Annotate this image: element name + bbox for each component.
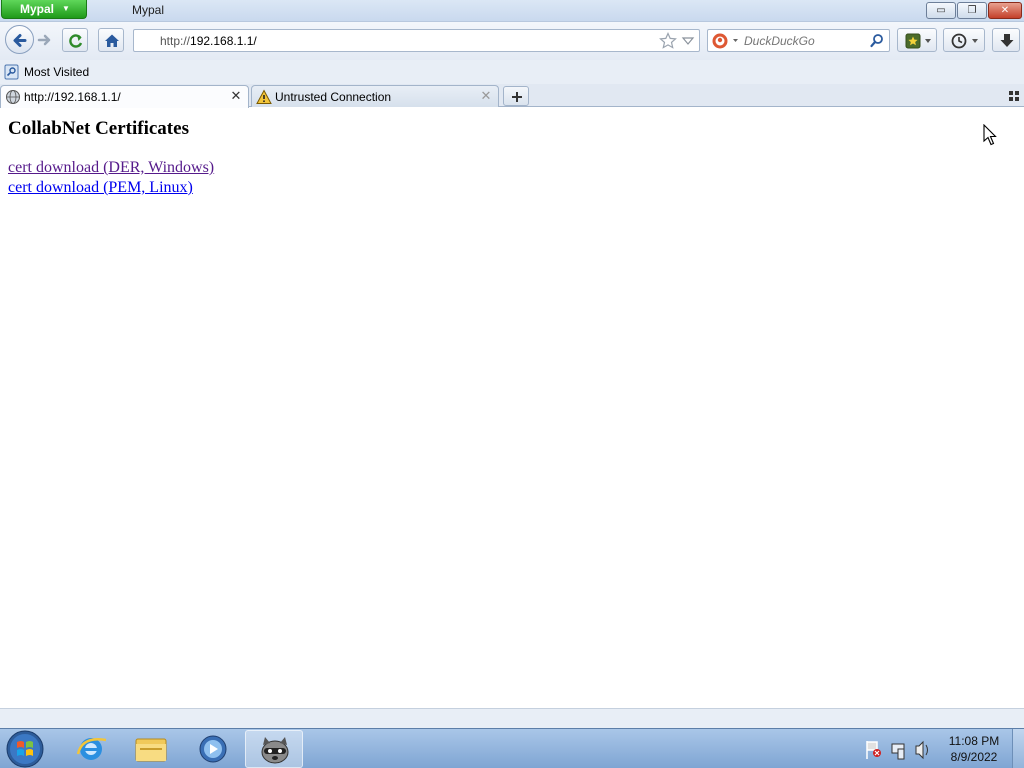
start-button[interactable] <box>3 729 47 768</box>
raccoon-icon <box>261 737 289 764</box>
restore-button[interactable]: ❐ <box>957 2 987 19</box>
tab-title: Untrusted Connection <box>275 90 392 104</box>
taskbar-mypal[interactable] <box>245 730 303 768</box>
search-icon[interactable] <box>869 32 885 50</box>
home-button[interactable] <box>98 28 124 52</box>
globe-icon <box>6 90 20 104</box>
cert-download-pem-link[interactable]: cert download (PEM, Linux) <box>8 179 193 197</box>
bookmark-most-visited[interactable]: Most Visited <box>4 63 89 81</box>
internet-explorer-icon <box>76 738 107 760</box>
system-clock[interactable]: 11:08 PM 8/9/2022 <box>943 733 1005 765</box>
downloads-button[interactable] <box>992 28 1020 52</box>
bookmarks-icon <box>905 33 931 49</box>
page-heading: CollabNet Certificates <box>8 118 189 139</box>
bookmarks-menu-button[interactable] <box>897 28 937 52</box>
window-title: Mypal <box>132 3 165 17</box>
back-arrow-icon <box>13 34 27 47</box>
url-bar[interactable]: http://192.168.1.1/ <box>133 29 700 52</box>
page-content: CollabNet Certificates cert download (DE… <box>0 108 1024 708</box>
app-menu-label: Mypal <box>20 2 55 16</box>
show-desktop-button[interactable] <box>1012 729 1024 768</box>
tab-strip: http://192.168.1.1/ ✕ Untrusted Connecti… <box>0 84 1024 108</box>
close-tab-icon[interactable]: ✕ <box>229 88 243 104</box>
tab-list-icon[interactable] <box>1008 90 1020 102</box>
media-player-icon <box>199 735 227 763</box>
bookmark-folder-icon <box>4 64 19 80</box>
reload-button[interactable] <box>62 28 88 52</box>
navigation-toolbar: http://192.168.1.1/ <box>0 22 1024 60</box>
clock-time: 11:08 PM <box>948 734 1000 748</box>
system-tray <box>862 729 942 768</box>
url-scheme: http:// <box>160 34 191 48</box>
history-button[interactable] <box>943 28 985 52</box>
status-bar <box>0 708 1024 728</box>
taskbar-media-player[interactable] <box>184 730 242 768</box>
warning-icon <box>256 89 272 104</box>
app-menu-button[interactable]: Mypal ▼ <box>1 0 87 19</box>
duckduckgo-icon[interactable] <box>711 32 741 50</box>
bookmarks-toolbar: Most Visited <box>0 60 1024 84</box>
bookmark-star-icon[interactable] <box>659 32 677 50</box>
tab-title: http://192.168.1.1/ <box>24 90 121 104</box>
minimize-button[interactable]: ▭ <box>926 2 956 19</box>
url-host: 192.168.1.1/ <box>190 34 257 48</box>
taskbar: 11:08 PM 8/9/2022 <box>0 728 1024 768</box>
forward-button[interactable] <box>35 31 55 49</box>
forward-arrow-icon <box>37 34 51 46</box>
tab-local-page[interactable]: http://192.168.1.1/ ✕ <box>0 85 249 108</box>
title-bar: Mypal ▼ Mypal ▭ ❐ ✕ <box>0 0 1024 22</box>
cert-download-der-link[interactable]: cert download (DER, Windows) <box>8 159 214 177</box>
close-window-button[interactable]: ✕ <box>988 2 1022 19</box>
new-tab-button[interactable] <box>503 86 529 106</box>
chevron-down-icon: ▼ <box>62 4 70 13</box>
taskbar-internet-explorer[interactable] <box>62 730 120 768</box>
folder-icon <box>135 738 167 762</box>
back-button[interactable] <box>5 25 34 54</box>
taskbar-windows-explorer[interactable] <box>122 730 180 768</box>
close-tab-icon[interactable]: ✕ <box>479 88 493 104</box>
download-arrow-icon <box>1000 34 1014 47</box>
mouse-pointer-icon <box>983 124 997 146</box>
plus-icon <box>512 92 522 102</box>
action-center-flag-icon[interactable] <box>862 729 942 768</box>
clock-icon <box>951 33 978 49</box>
search-bar[interactable] <box>707 29 890 52</box>
url-history-dropdown-icon[interactable] <box>681 33 695 49</box>
tab-untrusted-connection[interactable]: Untrusted Connection ✕ <box>251 85 499 107</box>
home-icon <box>105 34 119 47</box>
bookmark-label: Most Visited <box>24 65 90 79</box>
search-input[interactable] <box>744 32 864 49</box>
url-text[interactable]: http://192.168.1.1/ <box>160 34 257 48</box>
clock-date: 8/9/2022 <box>950 750 998 764</box>
reload-icon <box>69 34 83 48</box>
